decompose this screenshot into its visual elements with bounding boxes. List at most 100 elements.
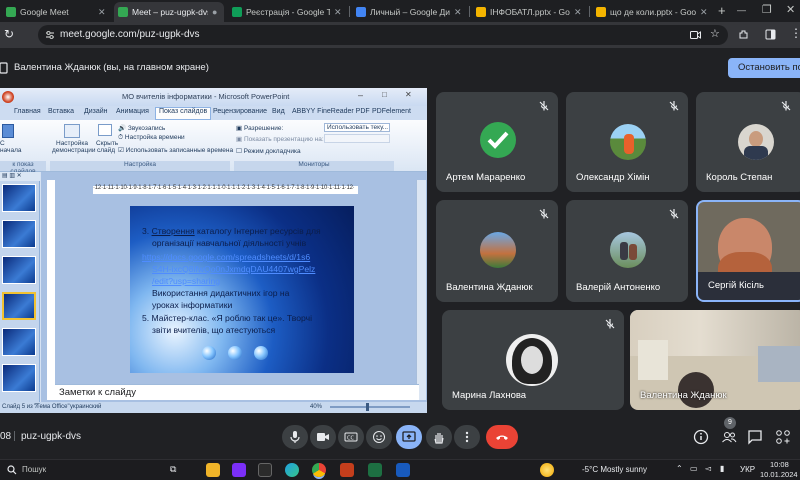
emoji-reactions-button[interactable] [366, 425, 392, 449]
excel-icon[interactable] [368, 463, 382, 477]
setup-show-icon[interactable] [64, 124, 80, 138]
browser-tab[interactable]: Личный – Google Диск ✕ [352, 2, 466, 22]
info-icon[interactable] [692, 428, 710, 446]
extensions-icon[interactable] [738, 29, 749, 40]
office-button-icon[interactable] [2, 91, 14, 103]
leave-call-button[interactable] [486, 425, 518, 449]
stop-presenting-button[interactable]: Остановить показ [728, 58, 800, 78]
participant-tile[interactable]: Артем Мараренко [436, 92, 558, 192]
side-panel-icon[interactable] [765, 29, 776, 40]
close-icon[interactable]: ● [212, 7, 220, 17]
menu-icon[interactable]: ⋮ [790, 26, 800, 40]
taskbar-search-box[interactable]: Пошук [22, 465, 46, 474]
ribbon-tab-slideshow[interactable]: Показ слайдов [155, 107, 212, 120]
close-icon[interactable]: ✕ [334, 7, 342, 18]
slide-link[interactable]: S4H-ixcQ8ifwQo0nJxmdqDAU4407wgPelz [152, 264, 315, 274]
thumbnails-tabs[interactable]: ▤ ▥ ✕ [0, 172, 40, 181]
use-timings-checkbox[interactable]: ☑ Использовать записанные времена [118, 146, 233, 154]
ribbon-tab-pdfelement[interactable]: PDFelement [372, 108, 411, 115]
participant-tile[interactable]: Марина Лахнова [442, 310, 624, 410]
participant-tile-self[interactable]: Валентина Жданюк [630, 310, 800, 410]
zoom-slider-thumb[interactable] [366, 403, 369, 411]
edge-icon[interactable] [285, 463, 299, 477]
chrome-icon[interactable] [312, 463, 326, 477]
maximize-button[interactable]: ❐ [762, 3, 772, 16]
current-slide[interactable]: 3. Створення каталогу Інтернет ресурсів … [130, 206, 354, 373]
close-icon[interactable]: ✕ [454, 7, 462, 18]
store-icon[interactable] [258, 463, 272, 477]
ppt-minimize-button[interactable]: – [358, 90, 363, 100]
resolution-select[interactable]: Использовать теку... [324, 123, 390, 132]
browser-tab[interactable]: Реєстрація - Google Табл ✕ [228, 2, 346, 22]
ribbon-tab-design[interactable]: Дизайн [84, 108, 108, 115]
captions-button[interactable]: CC [338, 425, 364, 449]
new-tab-button[interactable]: + [718, 3, 726, 18]
rehearse-timings-option[interactable]: ⏱ Настройка времени [118, 134, 185, 142]
clock-time[interactable]: 10:08 [770, 460, 789, 469]
weather-text[interactable]: -5°C Mostly sunny [582, 465, 647, 474]
volume-icon[interactable]: ◅ [705, 464, 711, 473]
participant-tile[interactable]: Король Степан [696, 92, 800, 192]
participant-tile[interactable]: Валерій Антоненко [566, 200, 688, 302]
browser-tab[interactable]: Google Meet ✕ [2, 2, 110, 22]
slide-thumbnail[interactable] [2, 184, 36, 212]
ribbon-tab-home[interactable]: Главная [14, 108, 41, 115]
slide-link[interactable]: /edit?usp=sharing [152, 276, 220, 286]
file-explorer-icon[interactable] [206, 463, 220, 477]
browser-tab-active[interactable]: Meet – puz-ugpk-dvs ● [114, 2, 224, 22]
tray-chevron-icon[interactable]: ⌃ [676, 464, 683, 473]
participant-tile-active-speaker[interactable]: Сергій Кісіль [696, 200, 800, 302]
record-narration-option[interactable]: 🔊 Звукозапись [118, 124, 165, 132]
vertical-scrollbar[interactable] [416, 180, 426, 400]
camera-icon[interactable] [690, 30, 701, 40]
hide-slide-icon[interactable] [98, 124, 112, 136]
participant-tile[interactable]: Валентина Жданюк [436, 200, 558, 302]
input-language[interactable]: УКР [740, 465, 755, 474]
ppt-maximize-button[interactable]: □ [382, 90, 387, 99]
present-now-button[interactable] [396, 425, 422, 449]
close-icon[interactable]: ✕ [700, 7, 708, 18]
slide-notes[interactable]: Заметки к слайду [55, 384, 419, 400]
ribbon-tab-view[interactable]: Вид [272, 108, 285, 115]
slide-thumbnail[interactable] [2, 364, 36, 392]
powerpoint-icon[interactable] [340, 463, 354, 477]
star-icon[interactable]: ☆ [710, 27, 720, 40]
browser-tab[interactable]: ІНФОБАТЛ.pptx - Google ✕ [472, 2, 586, 22]
browser-tab[interactable]: що де коли.pptx - Google ✕ [592, 2, 712, 22]
ribbon-tab-abbyy[interactable]: ABBYY FineReader PDF [292, 108, 370, 115]
slide-thumbnail[interactable] [2, 256, 36, 284]
site-settings-icon[interactable] [45, 30, 55, 40]
reload-icon[interactable]: ↻ [4, 27, 14, 41]
show-on-select[interactable] [324, 134, 390, 143]
network-icon[interactable]: ▭ [690, 464, 698, 473]
minimize-button[interactable]: — [737, 5, 746, 15]
ribbon-tab-animation[interactable]: Анимация [116, 108, 149, 115]
slide-thumbnail[interactable] [2, 328, 36, 356]
microphone-button[interactable] [282, 425, 308, 449]
camera-button[interactable] [310, 425, 336, 449]
battery-icon[interactable]: ▮ [720, 464, 724, 473]
activities-icon[interactable] [774, 428, 792, 446]
presenter-view-checkbox[interactable]: ☐ Режим докладчика [236, 147, 301, 155]
ribbon-tab-review[interactable]: Рецензирование [213, 108, 267, 115]
app-icon[interactable] [232, 463, 246, 477]
zoom-slider[interactable] [330, 406, 410, 408]
participant-tile[interactable]: Олександр Хімін [566, 92, 688, 192]
clock-date[interactable]: 10.01.2024 [760, 470, 798, 479]
close-window-button[interactable]: ✕ [786, 3, 795, 16]
slide-link[interactable]: https://docs.google.com/spreadsheets/d/1… [142, 252, 310, 262]
task-view-icon[interactable]: ⧉ [170, 464, 176, 475]
close-icon[interactable]: ✕ [98, 7, 106, 18]
slide-thumbnail[interactable] [2, 220, 36, 248]
word-icon[interactable] [396, 463, 410, 477]
raise-hand-button[interactable] [426, 425, 452, 449]
chat-icon[interactable] [746, 428, 764, 446]
search-icon[interactable] [7, 465, 17, 475]
people-button[interactable]: 9 [720, 417, 738, 446]
more-options-button[interactable] [454, 425, 480, 449]
ppt-close-button[interactable]: ✕ [405, 90, 412, 99]
start-slideshow-icon[interactable] [2, 124, 14, 138]
omnibox[interactable]: meet.google.com/puz-ugpk-dvs ☆ [38, 25, 728, 45]
close-icon[interactable]: ✕ [574, 7, 582, 18]
ribbon-tab-insert[interactable]: Вставка [48, 108, 74, 115]
